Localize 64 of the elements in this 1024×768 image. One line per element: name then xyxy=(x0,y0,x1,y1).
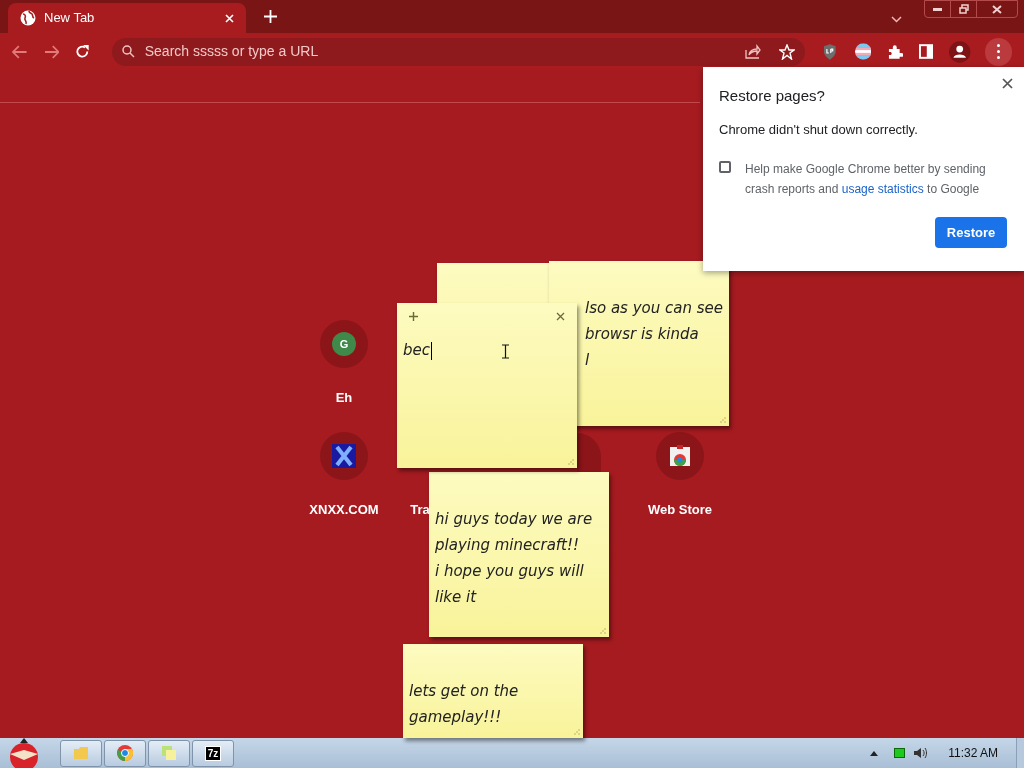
taskbar-app-button[interactable] xyxy=(60,739,102,767)
sticky-note[interactable]: bec xyxy=(397,303,577,468)
resize-grip-icon[interactable] xyxy=(567,458,574,465)
tray-arrow-icon[interactable] xyxy=(870,750,879,756)
shortcut-tile[interactable]: G xyxy=(320,320,368,368)
back-icon[interactable] xyxy=(12,44,28,59)
folder-icon xyxy=(73,746,89,760)
close-icon[interactable] xyxy=(1002,78,1013,89)
star-icon[interactable] xyxy=(779,43,795,60)
shortcut-label[interactable]: Eh xyxy=(335,388,353,408)
add-note-icon[interactable] xyxy=(409,312,418,321)
consent-text: Help make Google Chrome better by sending crash reports and usage statistics to Google xyxy=(745,161,987,198)
sticky-note[interactable]: hi guys today we are playing minecraft!! i hope you guys will like it xyxy=(429,472,609,637)
restore-button[interactable]: Restore xyxy=(935,217,1007,248)
taskbar-app-button[interactable] xyxy=(104,739,146,767)
share-icon[interactable] xyxy=(745,44,761,59)
speaker-icon[interactable] xyxy=(913,747,928,759)
shortcut-tile[interactable] xyxy=(577,433,601,472)
shield-extension-icon[interactable] xyxy=(823,43,837,60)
note-text: bec xyxy=(403,341,430,359)
sticky-note[interactable]: lets get on the gameplay!!! xyxy=(403,644,583,738)
close-icon xyxy=(992,4,1002,14)
note-text: lets get on the gameplay!!! xyxy=(409,682,519,726)
battery-icon[interactable] xyxy=(894,748,906,758)
dialog-title: Restore pages? xyxy=(719,86,826,106)
taskbar-app-button[interactable]: 7z xyxy=(192,739,234,767)
usage-statistics-link[interactable]: usage statistics xyxy=(841,182,924,196)
side-panel-icon[interactable] xyxy=(918,44,934,59)
tab-title: New Tab xyxy=(44,9,96,28)
forward-icon[interactable] xyxy=(43,44,60,59)
profile-avatar-icon[interactable] xyxy=(949,40,971,63)
clock[interactable]: 11:32 AM xyxy=(948,744,998,762)
shortcut-label[interactable]: Web Store xyxy=(647,500,713,520)
close-icon[interactable] xyxy=(556,312,565,321)
browser-logo-icon xyxy=(117,745,133,761)
search-icon xyxy=(121,45,135,58)
shortcut-label[interactable]: Tra xyxy=(410,500,430,520)
puzzle-piece-icon[interactable] xyxy=(887,43,903,60)
menu-button[interactable] xyxy=(984,37,1012,66)
checkbox[interactable] xyxy=(719,161,731,173)
shortcut-label[interactable]: XNXX.COM xyxy=(309,500,379,520)
striped-circle-icon[interactable] xyxy=(854,43,872,60)
resize-grip-icon[interactable] xyxy=(599,627,606,634)
dialog-message: Chrome didn't shut down correctly. xyxy=(719,120,919,139)
text-cursor-icon xyxy=(502,344,509,359)
reload-icon[interactable] xyxy=(75,44,90,59)
restore-icon xyxy=(958,4,969,14)
note-text: lso as you can see browsr is kinda l xyxy=(585,299,724,369)
store-bag-icon xyxy=(669,445,691,467)
shortcut-tile[interactable] xyxy=(656,432,704,480)
x-logo-icon xyxy=(332,444,356,468)
resize-grip-icon[interactable] xyxy=(573,728,580,735)
shortcut-tile[interactable] xyxy=(320,432,368,480)
taskbar-app-button[interactable] xyxy=(148,739,190,767)
archive-app-label: 7z xyxy=(204,745,222,761)
new-tab-icon[interactable] xyxy=(264,10,277,23)
chevron-down-icon[interactable] xyxy=(891,16,902,23)
site-favicon: G xyxy=(332,332,356,356)
resize-grip-icon[interactable] xyxy=(719,416,726,423)
browser-tab[interactable]: New Tab xyxy=(8,3,246,33)
notes-app-icon xyxy=(161,745,177,761)
globe-icon xyxy=(20,10,36,26)
note-text: hi guys today we are playing minecraft!! i hope you guys will like it xyxy=(435,510,593,606)
address-bar[interactable]: Search sssss or type a URL xyxy=(111,37,805,66)
